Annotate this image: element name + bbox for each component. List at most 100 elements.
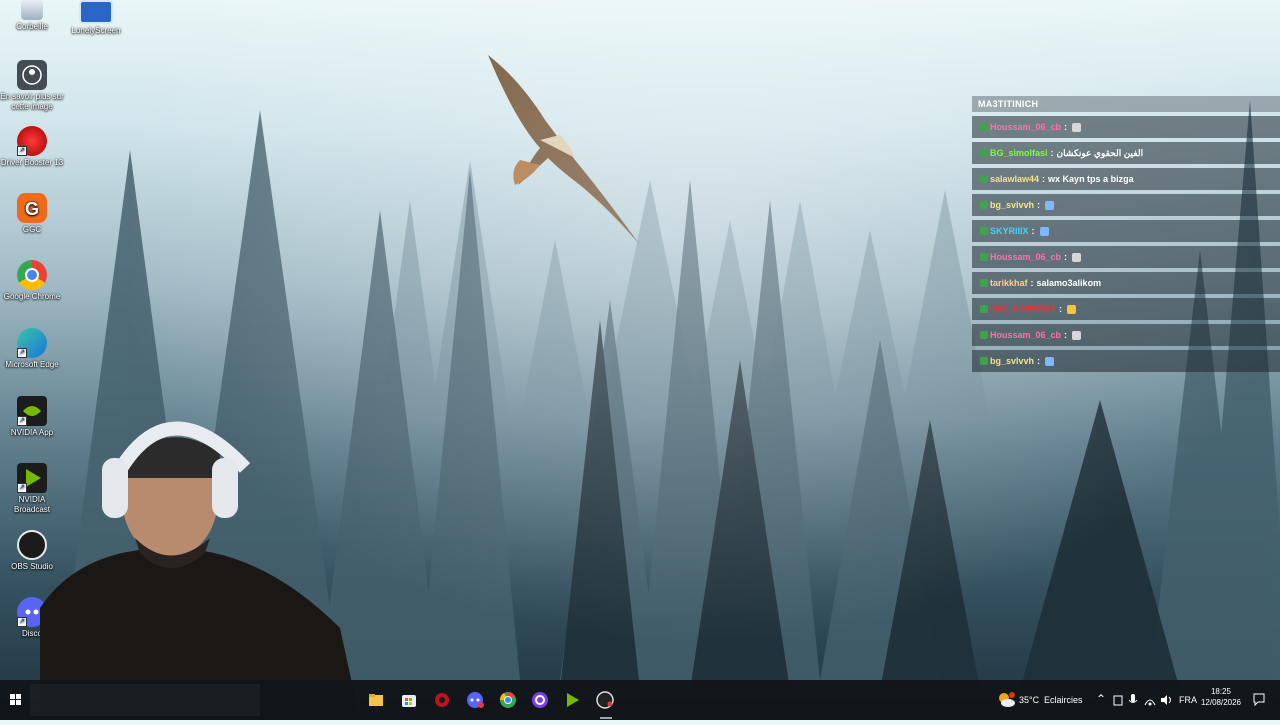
user-badge-icon: [980, 149, 988, 157]
taskbar-app-purple[interactable]: [528, 688, 552, 712]
driver-booster-icon: ↗: [17, 126, 47, 156]
ggc-icon: G: [17, 193, 47, 223]
chat-message: Houssam_06_cb:: [972, 246, 1280, 268]
chat-separator: :: [1042, 174, 1046, 184]
chat-separator: :: [1037, 200, 1041, 210]
chat-text: wx Kayn tps a bizga: [1048, 174, 1134, 184]
stream-chat-overlay: MA3TITINICH Houssam_06_cb: BG_simolfasi: ا…: [972, 96, 1280, 372]
sun-cloud-icon: [999, 692, 1015, 707]
windows-icon: [10, 694, 21, 705]
chat-separator: :: [1030, 278, 1034, 288]
clock[interactable]: 18:25 12/08/2026: [1200, 686, 1242, 708]
chat-username[interactable]: bg_svlvvh: [990, 350, 1034, 372]
clock-time: 18:25: [1210, 687, 1232, 696]
chat-username[interactable]: Houssam_06_cb: [990, 116, 1061, 138]
desktop-icon-label: GGC: [22, 225, 42, 234]
chevron-up-icon[interactable]: ⌃: [1096, 692, 1106, 706]
chat-message: Houssam_06_cb:: [972, 116, 1280, 138]
chat-message: IMG_NDREDAZ:: [972, 298, 1280, 320]
user-badge-icon: [980, 201, 988, 209]
driver-booster-icon: [435, 693, 449, 707]
desktop-icon-label: En savoir plus sur cette image: [0, 92, 64, 111]
file-explorer-icon: [369, 694, 383, 706]
shortcut-arrow-icon: ↗: [17, 146, 27, 156]
volume-icon[interactable]: [1159, 693, 1173, 707]
chat-message: Houssam_06_cb:: [972, 324, 1280, 346]
svg-text:G: G: [25, 199, 39, 219]
obs-icon: [596, 691, 614, 709]
shortcut-arrow-icon: ↗: [17, 617, 27, 627]
desktop-icon-label: Corbeille: [16, 22, 48, 31]
chrome-icon: [499, 692, 516, 708]
chat-separator: :: [1059, 304, 1063, 314]
taskbar-chrome[interactable]: [496, 688, 520, 712]
user-badge-icon: [980, 253, 988, 261]
desktop-icon-chrome[interactable]: Google Chrome: [0, 260, 64, 302]
chat-username[interactable]: BG_simolfasi: [990, 142, 1048, 164]
store-icon: [402, 695, 416, 707]
microphone-icon[interactable]: [1128, 693, 1138, 707]
weather-description[interactable]: Eclaircies: [1044, 695, 1083, 705]
chat-separator: :: [1050, 148, 1054, 158]
chat-message: bg_svlvvh:: [972, 350, 1280, 372]
user-badge-icon: [980, 279, 988, 287]
onedrive-icon[interactable]: [1112, 693, 1124, 707]
chat-username[interactable]: Houssam_06_cb: [990, 324, 1061, 346]
desktop-icon-label: Driver Booster 13: [0, 158, 64, 167]
chat-message: bg_svlvvh:: [972, 194, 1280, 216]
desktop-icon-spotlight[interactable]: En savoir plus sur cette image: [0, 60, 64, 112]
webcam-overlay: [40, 398, 360, 720]
desktop-icon-lonelyscreen[interactable]: LonelyScreen: [64, 0, 128, 36]
gem-icon: [1072, 252, 1082, 262]
taskbar-obs[interactable]: [593, 688, 617, 712]
chat-text: salamo3alikom: [1036, 278, 1102, 288]
nvidia-broadcast-icon: [567, 693, 579, 707]
taskbar-discord[interactable]: [463, 688, 487, 712]
taskbar-nvidia-broadcast[interactable]: [560, 688, 584, 712]
desktop-icon-recycle-bin[interactable]: Corbeille: [0, 0, 64, 32]
recycle-bin-icon: [21, 0, 43, 20]
chat-text: الفين الحقوي عونكشان: [1056, 148, 1144, 158]
desktop-icon-label: LonelyScreen: [71, 26, 121, 35]
desktop-icon-driver-booster[interactable]: ↗ Driver Booster 13: [0, 126, 64, 168]
monitor-icon: [79, 0, 113, 24]
desktop-icon-label: Microsoft Edge: [5, 360, 59, 369]
taskbar-file-explorer[interactable]: [364, 688, 388, 712]
discord-icon: [467, 692, 484, 708]
desktop-icon-label: Google Chrome: [3, 292, 61, 301]
chat-message: SKYRIIIX:: [972, 220, 1280, 242]
user-badge-icon: [980, 175, 988, 183]
network-icon[interactable]: [1143, 693, 1157, 707]
chat-message: tarikkhaf: salamo3alikom: [972, 272, 1280, 294]
hammer-icon: [1045, 200, 1055, 210]
chat-username[interactable]: Houssam_06_cb: [990, 246, 1061, 268]
chat-username[interactable]: tarikkhaf: [990, 272, 1028, 294]
shortcut-arrow-icon: ↗: [17, 416, 27, 426]
chat-username[interactable]: salawlaw44: [990, 168, 1039, 190]
start-button[interactable]: [4, 688, 28, 712]
clap-icon: [1067, 304, 1077, 314]
taskbar-driver-booster[interactable]: [430, 688, 454, 712]
user-badge-icon: [980, 123, 988, 131]
desktop-icon-ggc[interactable]: G GGC: [0, 193, 64, 235]
user-badge-icon: [980, 331, 988, 339]
notification-icon[interactable]: [1252, 692, 1266, 706]
chat-channel-title: MA3TITINICH: [972, 96, 1280, 112]
taskbar-search-area[interactable]: [30, 684, 260, 716]
chat-separator: :: [1031, 226, 1035, 236]
desktop-icon-edge[interactable]: ↗ Microsoft Edge: [0, 328, 64, 370]
edge-icon: ↗: [17, 328, 47, 358]
chat-separator: :: [1064, 252, 1068, 262]
chat-username[interactable]: IMG_NDREDAZ: [990, 298, 1056, 320]
chat-username[interactable]: SKYRIIIX: [990, 220, 1029, 242]
taskbar-store[interactable]: [397, 688, 421, 712]
weather-temperature[interactable]: 35°C: [1019, 695, 1039, 705]
gem-icon: [1072, 330, 1082, 340]
chat-message: salawlaw44: wx Kayn tps a bizga: [972, 168, 1280, 190]
chat-username[interactable]: bg_svlvvh: [990, 194, 1034, 216]
taskbar: 35°C Eclaircies ⌃ FRA 18:25 12/08/2026: [0, 680, 1280, 720]
hammer-icon: [1039, 226, 1049, 236]
chrome-icon: [17, 260, 47, 290]
language-indicator[interactable]: FRA: [1179, 695, 1197, 705]
weather-widget[interactable]: [994, 688, 1018, 712]
